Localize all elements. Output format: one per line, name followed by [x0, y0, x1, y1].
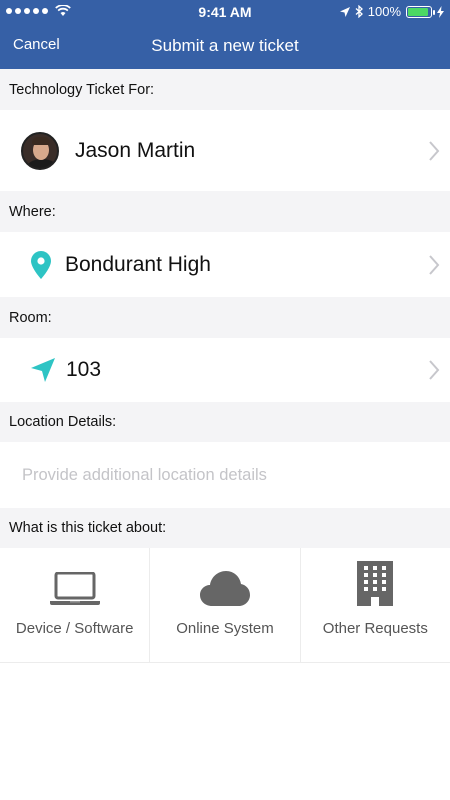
room-row[interactable]: 103	[0, 338, 450, 402]
category-device-software[interactable]: Device / Software	[0, 548, 151, 662]
chevron-right-icon	[429, 360, 440, 380]
avatar	[21, 131, 59, 170]
bluetooth-icon	[355, 5, 363, 18]
navigation-arrow-icon	[31, 358, 55, 382]
page-title: Submit a new ticket	[151, 36, 299, 55]
category-grid: Device / Software Online System Other Re…	[0, 548, 450, 663]
location-details-input[interactable]	[22, 465, 422, 485]
section-label-about: What is this ticket about:	[0, 508, 450, 548]
chevron-right-icon	[429, 140, 440, 161]
ticket-for-name: Jason Martin	[75, 138, 196, 162]
location-details-row	[0, 442, 450, 508]
chevron-right-icon	[429, 254, 440, 275]
header: 9:41 AM 100% Cancel Submit a new ticket	[0, 0, 450, 69]
category-online-system[interactable]: Online System	[150, 548, 301, 662]
nav-bar: Cancel Submit a new ticket	[0, 30, 450, 62]
cloud-icon	[199, 571, 250, 606]
section-label-room: Room:	[0, 297, 450, 338]
battery-percent: 100%	[367, 4, 401, 19]
category-label: Online System	[176, 620, 274, 637]
charging-icon	[437, 5, 444, 18]
section-label-where: Where:	[0, 191, 450, 232]
section-label-ticket-for: Technology Ticket For:	[0, 69, 450, 110]
status-right: 100%	[339, 4, 444, 19]
location-arrow-icon	[339, 6, 350, 17]
status-bar: 9:41 AM 100%	[0, 0, 450, 24]
room-value: 103	[66, 358, 102, 381]
location-pin-icon	[31, 250, 51, 279]
category-label: Device / Software	[15, 620, 134, 637]
category-other-requests[interactable]: Other Requests	[301, 548, 450, 662]
where-value: Bondurant High	[65, 252, 211, 276]
category-label: Other Requests	[322, 620, 428, 637]
battery-icon	[406, 5, 435, 18]
laptop-icon	[49, 572, 100, 605]
ticket-for-row[interactable]: Jason Martin	[0, 110, 450, 191]
section-label-location-details: Location Details:	[0, 402, 450, 442]
where-row[interactable]: Bondurant High	[0, 232, 450, 297]
building-icon	[357, 561, 394, 606]
